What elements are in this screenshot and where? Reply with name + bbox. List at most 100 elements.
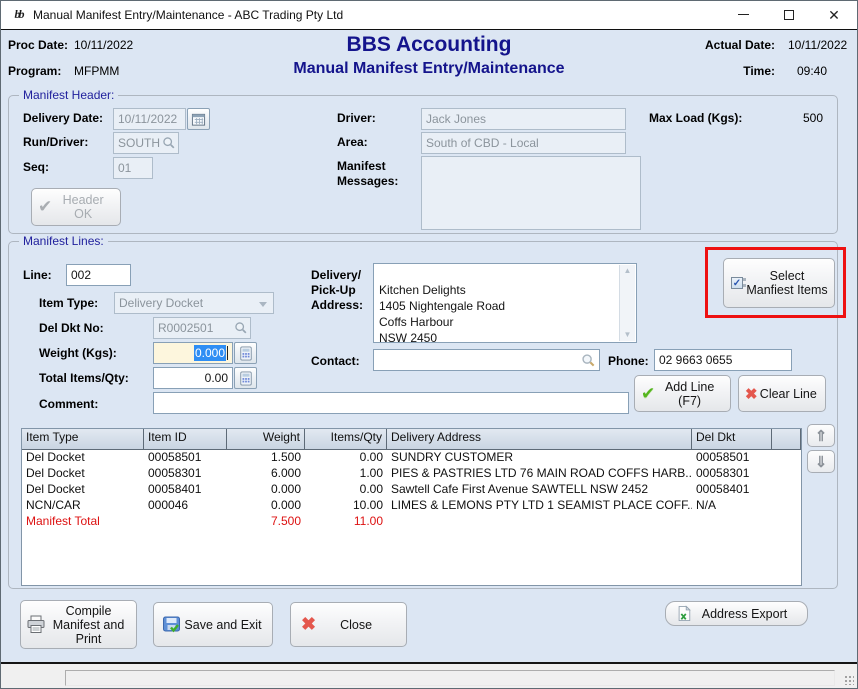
weight-calculator-button[interactable] bbox=[234, 342, 257, 364]
screen-title: Manual Manifest Entry/Maintenance bbox=[0, 60, 858, 78]
max-load-value: 500 bbox=[803, 111, 823, 125]
check-icon: ✔ bbox=[641, 384, 655, 404]
checklist-icon: ✓ bbox=[731, 276, 745, 290]
window-title: Manual Manifest Entry/Maintenance - ABC … bbox=[33, 8, 343, 22]
status-message-panel bbox=[65, 670, 835, 686]
manifest-header-group: Manifest Header: Delivery Date: 10/11/20… bbox=[8, 95, 838, 234]
seq-field[interactable]: 01 bbox=[113, 157, 153, 179]
total-weight: 7.500 bbox=[227, 514, 305, 530]
comment-field[interactable] bbox=[153, 392, 629, 414]
col-header-item-id[interactable]: Item ID bbox=[144, 429, 227, 449]
time-label: Time: bbox=[743, 64, 775, 78]
run-driver-field[interactable]: SOUTH bbox=[113, 132, 179, 154]
address-label-line2: Pick-Up bbox=[311, 283, 356, 297]
driver-field[interactable]: Jack Jones bbox=[421, 108, 626, 130]
table-row[interactable]: Del Docket 00058501 1.500 0.00 SUNDRY CU… bbox=[22, 450, 801, 466]
weight-field[interactable]: 0.000 bbox=[153, 342, 233, 364]
cell-del-dkt: N/A bbox=[692, 498, 772, 514]
item-type-dropdown[interactable]: Delivery Docket bbox=[114, 292, 274, 314]
manifest-messages-box[interactable] bbox=[421, 156, 641, 230]
item-type-label: Item Type: bbox=[39, 296, 98, 310]
close-label: Close bbox=[316, 618, 396, 632]
col-header-items-qty[interactable]: Items/Qty bbox=[305, 429, 387, 449]
phone-field[interactable]: 02 9663 0655 bbox=[654, 349, 792, 371]
printer-icon bbox=[26, 615, 46, 634]
header-ok-label-line2: OK bbox=[74, 207, 92, 221]
total-items-calculator-button[interactable] bbox=[234, 367, 257, 389]
item-type-value: Delivery Docket bbox=[119, 296, 203, 310]
address-export-button[interactable]: Address Export bbox=[665, 601, 808, 626]
col-header-delivery-address[interactable]: Delivery Address bbox=[387, 429, 692, 449]
delivery-address-box[interactable]: Kitchen Delights 1405 Nightengale Road C… bbox=[373, 263, 637, 343]
manifest-lines-legend: Manifest Lines: bbox=[19, 234, 108, 248]
table-row[interactable]: Del Docket 00058301 6.000 1.00 PIES & PA… bbox=[22, 466, 801, 482]
maximize-button[interactable] bbox=[766, 0, 812, 29]
header-ok-label-line1: Header bbox=[63, 193, 104, 207]
move-row-down-button[interactable]: ⇓ bbox=[807, 450, 835, 473]
del-dkt-no-field[interactable]: R0002501 bbox=[153, 317, 251, 339]
cell-item-type: NCN/CAR bbox=[22, 498, 144, 514]
cell-delivery-address: Sawtell Cafe First Avenue SAWTELL NSW 24… bbox=[387, 482, 692, 498]
delivery-date-label: Delivery Date: bbox=[23, 111, 103, 125]
total-items-label: Total Items/Qty: bbox=[39, 371, 129, 385]
resize-grip-icon[interactable] bbox=[844, 675, 854, 685]
area-field[interactable]: South of CBD - Local bbox=[421, 132, 626, 154]
header-ok-button[interactable]: ✔ HeaderOK bbox=[31, 188, 121, 226]
text-caret bbox=[227, 346, 228, 360]
total-items-field[interactable]: 0.00 bbox=[153, 367, 233, 389]
run-driver-search-icon[interactable] bbox=[162, 136, 176, 150]
col-header-del-dkt[interactable]: Del Dkt bbox=[692, 429, 772, 449]
time-value: 09:40 bbox=[797, 64, 827, 78]
select-manifest-items-label: Select Manfiest Items bbox=[745, 269, 829, 297]
save-and-exit-button[interactable]: Save and Exit bbox=[153, 602, 273, 647]
manifest-header-legend: Manifest Header: bbox=[19, 88, 118, 102]
move-row-up-button[interactable]: ⇑ bbox=[807, 424, 835, 447]
save-icon bbox=[162, 615, 182, 634]
table-row[interactable]: Del Docket 00058401 0.000 0.00 Sawtell C… bbox=[22, 482, 801, 498]
run-driver-label: Run/Driver: bbox=[23, 135, 88, 149]
del-dkt-no-value: R0002501 bbox=[158, 321, 213, 335]
check-icon: ✔ bbox=[38, 197, 52, 217]
contact-field[interactable] bbox=[373, 349, 600, 371]
x-icon: ✖ bbox=[301, 614, 316, 635]
compile-manifest-print-button[interactable]: Compile Manifest and Print bbox=[20, 600, 137, 649]
add-line-button[interactable]: ✔ Add Line(F7) bbox=[634, 375, 731, 412]
close-window-button[interactable]: ✕ bbox=[811, 0, 857, 29]
cell-items-qty: 0.00 bbox=[305, 450, 387, 466]
scroll-down-icon[interactable]: ▼ bbox=[624, 331, 632, 339]
cell-item-id: 00058501 bbox=[144, 450, 227, 466]
table-header-row: Item Type Item ID Weight Items/Qty Deliv… bbox=[22, 429, 801, 450]
close-button[interactable]: ✖ Close bbox=[290, 602, 407, 647]
del-dkt-search-icon[interactable] bbox=[234, 321, 248, 335]
cell-del-dkt: 00058401 bbox=[692, 482, 772, 498]
cell-del-dkt: 00058301 bbox=[692, 466, 772, 482]
cell-item-type: Del Docket bbox=[22, 450, 144, 466]
clear-line-button[interactable]: ✖ Clear Line bbox=[738, 375, 826, 412]
run-driver-value: SOUTH bbox=[118, 136, 160, 150]
title-bar: bb Manual Manifest Entry/Maintenance - A… bbox=[0, 0, 858, 30]
phone-label: Phone: bbox=[608, 354, 649, 368]
del-dkt-no-label: Del Dkt No: bbox=[39, 321, 104, 335]
address-export-label: Address Export bbox=[692, 607, 797, 621]
down-arrow-icon: ⇓ bbox=[815, 453, 828, 471]
save-and-exit-label: Save and Exit bbox=[182, 618, 264, 632]
area-label: Area: bbox=[337, 135, 368, 149]
address-scrollbar[interactable]: ▲ ▼ bbox=[619, 265, 635, 341]
delivery-date-field[interactable]: 10/11/2022 bbox=[113, 108, 186, 130]
scroll-up-icon[interactable]: ▲ bbox=[624, 267, 632, 275]
contact-search-icon[interactable] bbox=[581, 353, 596, 368]
manifest-table[interactable]: Item Type Item ID Weight Items/Qty Deliv… bbox=[21, 428, 802, 586]
col-header-item-type[interactable]: Item Type bbox=[22, 429, 144, 449]
col-header-weight[interactable]: Weight bbox=[227, 429, 305, 449]
contact-label: Contact: bbox=[311, 354, 360, 368]
calendar-button[interactable] bbox=[187, 108, 210, 130]
minimize-button[interactable] bbox=[720, 0, 766, 29]
table-row[interactable]: NCN/CAR 000046 0.000 10.00 LIMES & LEMON… bbox=[22, 498, 801, 514]
status-bar bbox=[0, 662, 858, 689]
manifest-messages-label-line1: Manifest bbox=[337, 159, 386, 173]
cell-item-id: 00058301 bbox=[144, 466, 227, 482]
calculator-icon bbox=[239, 346, 253, 361]
up-arrow-icon: ⇑ bbox=[815, 427, 828, 445]
line-field[interactable]: 002 bbox=[66, 264, 131, 286]
select-manifest-items-button[interactable]: ✓ Select Manfiest Items bbox=[723, 258, 835, 308]
